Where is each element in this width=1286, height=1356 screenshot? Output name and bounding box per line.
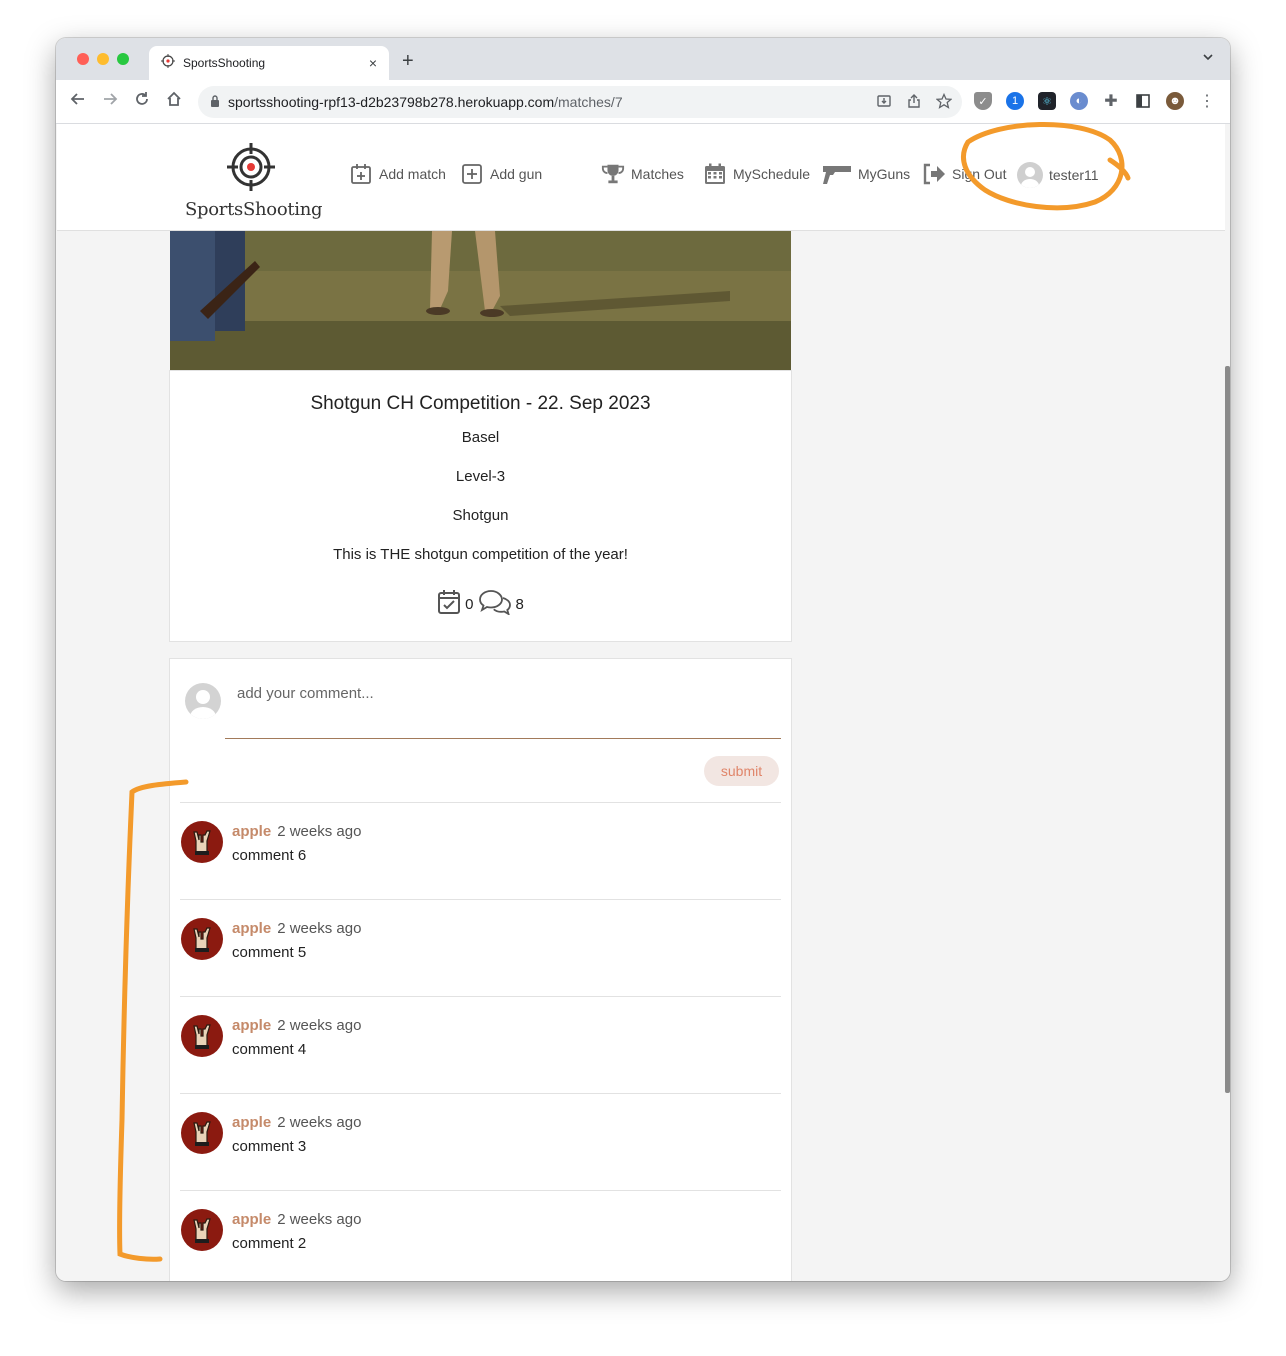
comment-item: apple 2 weeks ago comment 4: [180, 996, 781, 1093]
rock-hand-avatar-icon: [181, 1015, 223, 1057]
reload-icon[interactable]: [130, 90, 154, 113]
user-avatar-icon: [1017, 162, 1043, 188]
comment-text: comment 3: [232, 1138, 307, 1155]
comment-time: 2 weeks ago: [277, 1017, 362, 1034]
maximize-window-button[interactable]: [117, 53, 129, 65]
forward-arrow-icon[interactable]: [98, 90, 122, 113]
comment-text: comment 2: [232, 1235, 307, 1252]
comment-item: apple 2 weeks ago comment 3: [180, 1093, 781, 1190]
nav-sign-out-label: Sign Out: [952, 166, 1007, 182]
comment-author[interactable]: apple: [232, 920, 271, 937]
minimize-window-button[interactable]: [97, 53, 109, 65]
nav-add-match-label: Add match: [379, 166, 446, 182]
comment-item: apple 2 weeks ago comment 2: [180, 1190, 781, 1281]
comment-item: apple 2 weeks ago comment 5: [180, 899, 781, 996]
nav-user-profile[interactable]: tester11: [1017, 162, 1099, 188]
nav-add-gun[interactable]: Add gun: [460, 162, 542, 186]
browser-window: SportsShooting × + sportsshooting-rpf13-…: [56, 38, 1230, 1281]
comment-author[interactable]: apple: [232, 1017, 271, 1034]
comment-item: apple 2 weeks ago comment 6: [180, 802, 781, 899]
page-viewport: SportsShooting Add match Add gun Matches: [56, 124, 1230, 1281]
close-window-button[interactable]: [77, 53, 89, 65]
rock-hand-avatar-icon: [181, 1112, 223, 1154]
bookmark-star-icon[interactable]: [935, 92, 953, 113]
match-hero-image: [170, 231, 791, 371]
tab-bar: SportsShooting × +: [56, 38, 1230, 80]
address-bar[interactable]: sportsshooting-rpf13-d2b23798b278.heroku…: [198, 86, 962, 118]
browser-tab[interactable]: SportsShooting ×: [149, 46, 389, 80]
current-user-avatar-icon: [185, 683, 221, 719]
back-arrow-icon[interactable]: [66, 90, 90, 113]
password-manager-extension-icon[interactable]: 1: [1006, 92, 1024, 110]
page-scrollbar[interactable]: [1225, 366, 1230, 1093]
share-icon[interactable]: [906, 93, 922, 113]
lock-icon: [210, 94, 220, 110]
compass-extension-icon[interactable]: ◐: [1070, 92, 1088, 110]
profile-avatar-icon[interactable]: ☻: [1166, 92, 1184, 110]
comment-count: 8: [515, 595, 524, 613]
nav-matches[interactable]: Matches: [601, 162, 684, 186]
comments-section: submit apple 2 weeks ago comment 6 apple 2…: [169, 658, 792, 1281]
side-panel-icon[interactable]: [1134, 92, 1152, 110]
comment-time: 2 weeks ago: [277, 1211, 362, 1228]
match-level: Level-3: [455, 468, 506, 485]
tab-title: SportsShooting: [183, 56, 266, 70]
home-icon[interactable]: [162, 90, 186, 113]
browser-toolbar: sportsshooting-rpf13-d2b23798b278.heroku…: [56, 80, 1230, 124]
comment-author[interactable]: apple: [232, 1211, 271, 1228]
tab-close-icon[interactable]: ×: [369, 55, 377, 71]
site-navbar: SportsShooting Add match Add gun Matches: [57, 124, 1225, 231]
nav-my-guns[interactable]: MyGuns: [822, 162, 910, 186]
comment-author[interactable]: apple: [232, 823, 271, 840]
sign-out-icon: [922, 162, 946, 186]
match-stats: 0 8: [170, 589, 791, 619]
nav-my-schedule-label: MySchedule: [733, 166, 811, 182]
crosshair-logo-icon: [226, 143, 276, 196]
calendar-check-icon[interactable]: [437, 589, 461, 619]
rock-hand-avatar-icon: [181, 1209, 223, 1251]
comment-input[interactable]: [225, 673, 781, 739]
favicon-target-icon: [161, 53, 175, 73]
comment-time: 2 weeks ago: [277, 823, 362, 840]
kebab-menu-icon[interactable]: ⋮: [1198, 92, 1216, 110]
nav-my-guns-label: MyGuns: [858, 166, 911, 182]
new-tab-button[interactable]: +: [402, 50, 414, 73]
comment-time: 2 weeks ago: [277, 920, 362, 937]
nav-matches-label: Matches: [631, 166, 684, 182]
site-logo[interactable]: SportsShooting: [185, 142, 323, 220]
comment-text: comment 5: [232, 944, 307, 961]
match-description: This is THE shotgun competition of the y…: [333, 546, 628, 563]
match-location: Basel: [461, 429, 500, 446]
logo-text: SportsShooting: [185, 199, 323, 220]
extensions-puzzle-icon[interactable]: ✚: [1102, 92, 1120, 110]
submit-comment-button[interactable]: submit: [704, 756, 779, 786]
square-plus-icon: [460, 162, 484, 186]
nav-username: tester11: [1049, 167, 1099, 183]
react-devtools-extension-icon[interactable]: ⚛: [1038, 92, 1056, 110]
calendar-plus-icon: [349, 162, 373, 186]
nav-my-schedule[interactable]: MySchedule: [703, 162, 810, 186]
comment-author[interactable]: apple: [232, 1114, 271, 1131]
comment-text: comment 4: [232, 1041, 307, 1058]
comments-bubble-icon: [478, 589, 512, 619]
calendar-icon: [703, 162, 727, 186]
match-card: Shotgun CH Competition - 22. Sep 2023 Ba…: [169, 370, 792, 642]
match-title: Shotgun CH Competition - 22. Sep 2023: [310, 393, 651, 414]
comment-text: comment 6: [232, 847, 307, 864]
rock-hand-avatar-icon: [181, 821, 223, 863]
rock-hand-avatar-icon: [181, 918, 223, 960]
match-category: Shotgun: [452, 507, 509, 524]
pistol-icon: [822, 162, 852, 186]
tab-search-chevron-icon[interactable]: [1202, 50, 1214, 66]
url-host: sportsshooting-rpf13-d2b23798b278.heroku…: [228, 94, 555, 110]
comment-time: 2 weeks ago: [277, 1114, 362, 1131]
nav-add-gun-label: Add gun: [490, 166, 543, 182]
nav-sign-out[interactable]: Sign Out: [922, 162, 1006, 186]
schedule-count: 0: [465, 595, 474, 613]
shield-extension-icon[interactable]: ✓: [974, 92, 992, 110]
install-app-icon[interactable]: [876, 93, 892, 113]
url-path: /matches/7: [554, 94, 623, 110]
nav-add-match[interactable]: Add match: [349, 162, 446, 186]
trophy-icon: [601, 162, 625, 186]
